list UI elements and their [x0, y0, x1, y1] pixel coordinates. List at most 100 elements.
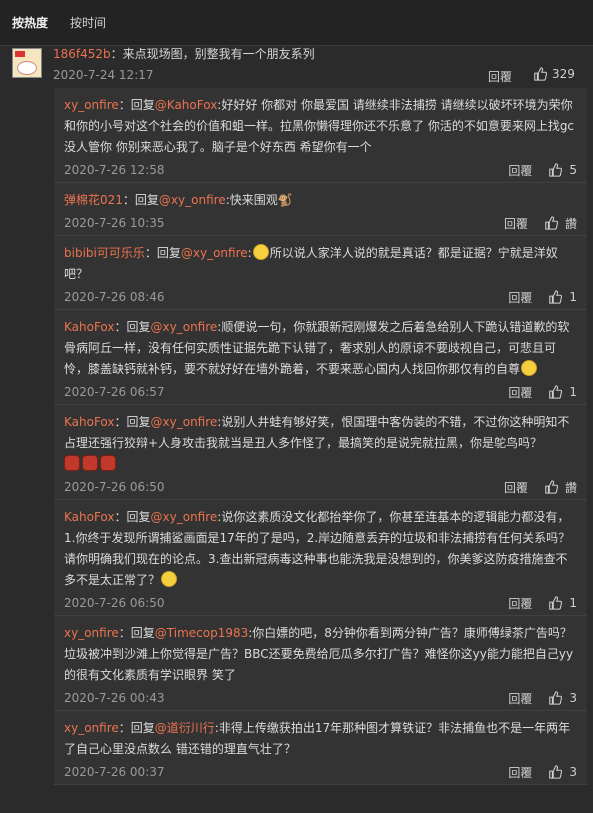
like-button[interactable]: 1: [548, 385, 577, 399]
reply-button[interactable]: 回覆: [508, 764, 532, 781]
reply-mention[interactable]: @xy_onfire: [159, 193, 226, 207]
reply-item: bibibi可可乐乐：回复@xy_onfire: 所以说人家洋人说的就是真话？都是…: [54, 236, 587, 310]
reply-button[interactable]: 回覆: [508, 289, 532, 306]
reply-body: KahoFox：回复@xy_onfire:说你这素质没文化都抬举你了，你甚至连基…: [64, 507, 577, 591]
reply-button[interactable]: 回覆: [504, 215, 528, 232]
reply-mention[interactable]: @Timecop1983: [155, 626, 248, 640]
reply-button[interactable]: 回覆: [504, 479, 528, 496]
thumb-up-icon: [545, 480, 558, 494]
reply-meta: 2020-7-26 12:58 回覆 5: [64, 158, 577, 182]
reply-item: xy_onfire：回复@Timecop1983:你白嫖的吧，8分钟你看到两分钟…: [54, 616, 587, 711]
reply-text: :快来围观🐒: [225, 193, 293, 207]
reply-user[interactable]: xy_onfire: [64, 626, 119, 640]
red-emoji-icon: [64, 455, 80, 471]
like-count: 3: [569, 765, 577, 779]
reply-mention[interactable]: @KahoFox: [155, 98, 218, 112]
like-button[interactable]: 3: [548, 691, 577, 705]
avatar[interactable]: [12, 48, 42, 78]
tab-by-hot[interactable]: 按热度: [12, 14, 48, 31]
reply-body: KahoFox：回复@xy_onfire:顺便说一句，你就跟新冠刚爆发之后着急给…: [64, 317, 577, 380]
reply-user[interactable]: KahoFox: [64, 510, 115, 524]
reply-date: 2020-7-26 06:50: [64, 596, 165, 610]
reply-prefix: ：回复: [114, 320, 151, 334]
reply-user[interactable]: KahoFox: [64, 415, 115, 429]
like-count: 5: [569, 163, 577, 177]
reply-mention[interactable]: @xy_onfire: [181, 246, 248, 260]
reply-prefix: ：回复: [118, 721, 155, 735]
thumb-up-icon: [549, 290, 563, 304]
tab-by-time[interactable]: 按时间: [70, 14, 106, 31]
reply-date: 2020-7-26 06:50: [64, 480, 165, 494]
reply-prefix: ：回复: [114, 415, 151, 429]
like-button[interactable]: 5: [548, 163, 577, 177]
like-count: 1: [569, 596, 577, 610]
reply-mention[interactable]: @xy_onfire: [151, 320, 218, 334]
doubt-emoji-icon: [521, 360, 538, 376]
reply-date: 2020-7-26 00:43: [64, 691, 165, 705]
reply-meta: 2020-7-26 08:46 回覆 1: [64, 285, 577, 309]
reply-meta: 2020-7-26 06:50 回覆 讚: [64, 475, 577, 499]
reply-meta: 2020-7-26 00:37 回覆 3: [64, 760, 577, 784]
reply-mention[interactable]: @xy_onfire: [151, 510, 218, 524]
reply-user[interactable]: bibibi可可乐乐: [64, 246, 145, 260]
reply-user[interactable]: 弹棉花021: [64, 193, 123, 207]
like-button[interactable]: 讚: [544, 479, 577, 496]
reply-item: xy_onfire：回复@KahoFox:好好好 你都对 你最爱国 请继续非法捕…: [54, 88, 587, 183]
reply-mention[interactable]: @道衍川行: [155, 721, 215, 735]
reply-date: 2020-7-26 12:58: [64, 163, 165, 177]
reply-date: 2020-7-26 10:35: [64, 216, 165, 230]
like-count: 1: [569, 290, 577, 304]
thumb-up-icon: [549, 385, 563, 399]
reply-item: KahoFox：回复@xy_onfire:说你这素质没文化都抬举你了，你甚至连基…: [54, 500, 587, 616]
sort-bar: 按热度 按时间: [0, 0, 593, 46]
like-button[interactable]: 1: [548, 290, 577, 304]
main-comment-text: 186f452b：来点现场图，别整我有一个朋友系列: [53, 46, 315, 62]
reply-prefix: ：回复: [114, 510, 151, 524]
like-count: 3: [569, 691, 577, 705]
reply-button[interactable]: 回覆: [508, 690, 532, 707]
main-reply-button[interactable]: 回覆: [488, 68, 512, 85]
reply-mention[interactable]: @xy_onfire: [151, 415, 218, 429]
reply-button[interactable]: 回覆: [508, 595, 532, 612]
reply-body: KahoFox：回复@xy_onfire:说别人井蛙有够好笑，恨国理中客伪装的不…: [64, 412, 577, 475]
reply-prefix: ：回复: [122, 193, 159, 207]
like-button[interactable]: 3: [548, 765, 577, 779]
like-button[interactable]: 1: [548, 596, 577, 610]
thumb-up-icon: [545, 216, 558, 230]
reply-item: 弹棉花021：回复@xy_onfire:快来围观🐒 2020-7-26 10:3…: [54, 183, 587, 236]
red-emoji-icon: [82, 455, 98, 471]
reply-date: 2020-7-26 06:57: [64, 385, 165, 399]
reply-user[interactable]: KahoFox: [64, 320, 115, 334]
thumb-up-icon: [549, 765, 563, 779]
reply-meta: 2020-7-26 10:35 回覆 讚: [64, 211, 577, 235]
reply-button[interactable]: 回覆: [508, 162, 532, 179]
main-like-count: 329: [552, 67, 575, 81]
reply-item: xy_onfire：回复@道衍川行:非得上传缴获拍出17年那种图才算铁证？非法捕…: [54, 711, 587, 785]
thumb-up-icon: [549, 163, 563, 177]
reply-user[interactable]: xy_onfire: [64, 721, 119, 735]
reply-body: xy_onfire：回复@KahoFox:好好好 你都对 你最爱国 请继续非法捕…: [64, 95, 577, 158]
like-button[interactable]: 讚: [544, 215, 577, 232]
reply-button[interactable]: 回覆: [508, 384, 532, 401]
reply-meta: 2020-7-26 06:50 回覆 1: [64, 591, 577, 615]
reply-body: bibibi可可乐乐：回复@xy_onfire: 所以说人家洋人说的就是真话？都是…: [64, 244, 558, 281]
reply-prefix: ：回复: [118, 98, 155, 112]
reply-meta: 2020-7-26 06:57 回覆 1: [64, 380, 577, 404]
thumb-up-icon: [549, 596, 563, 610]
thumb-up-icon: [534, 67, 547, 81]
reply-date: 2020-7-26 08:46: [64, 290, 165, 304]
reply-body: 弹棉花021：回复@xy_onfire:快来围观🐒: [64, 190, 577, 211]
reply-user[interactable]: xy_onfire: [64, 98, 119, 112]
red-emoji-icon: [100, 455, 116, 471]
main-comment-body: ：来点现场图，别整我有一个朋友系列: [110, 47, 315, 61]
reply-body: xy_onfire：回复@道衍川行:非得上传缴获拍出17年那种图才算铁证？非法捕…: [64, 718, 577, 760]
reply-item: KahoFox：回复@xy_onfire:说别人井蛙有够好笑，恨国理中客伪装的不…: [54, 405, 587, 500]
main-like-button[interactable]: 329: [533, 67, 575, 81]
grin-emoji-icon: [252, 244, 269, 260]
main-comment-time: 2020-7-24 12:17: [53, 68, 154, 82]
reply-item: KahoFox：回复@xy_onfire:顺便说一句，你就跟新冠刚爆发之后着急给…: [54, 310, 587, 405]
main-comment-user[interactable]: 186f452b: [53, 47, 111, 61]
reply-list: xy_onfire：回复@KahoFox:好好好 你都对 你最爱国 请继续非法捕…: [54, 88, 587, 785]
reply-body: xy_onfire：回复@Timecop1983:你白嫖的吧，8分钟你看到两分钟…: [64, 623, 577, 686]
like-count: 1: [569, 385, 577, 399]
